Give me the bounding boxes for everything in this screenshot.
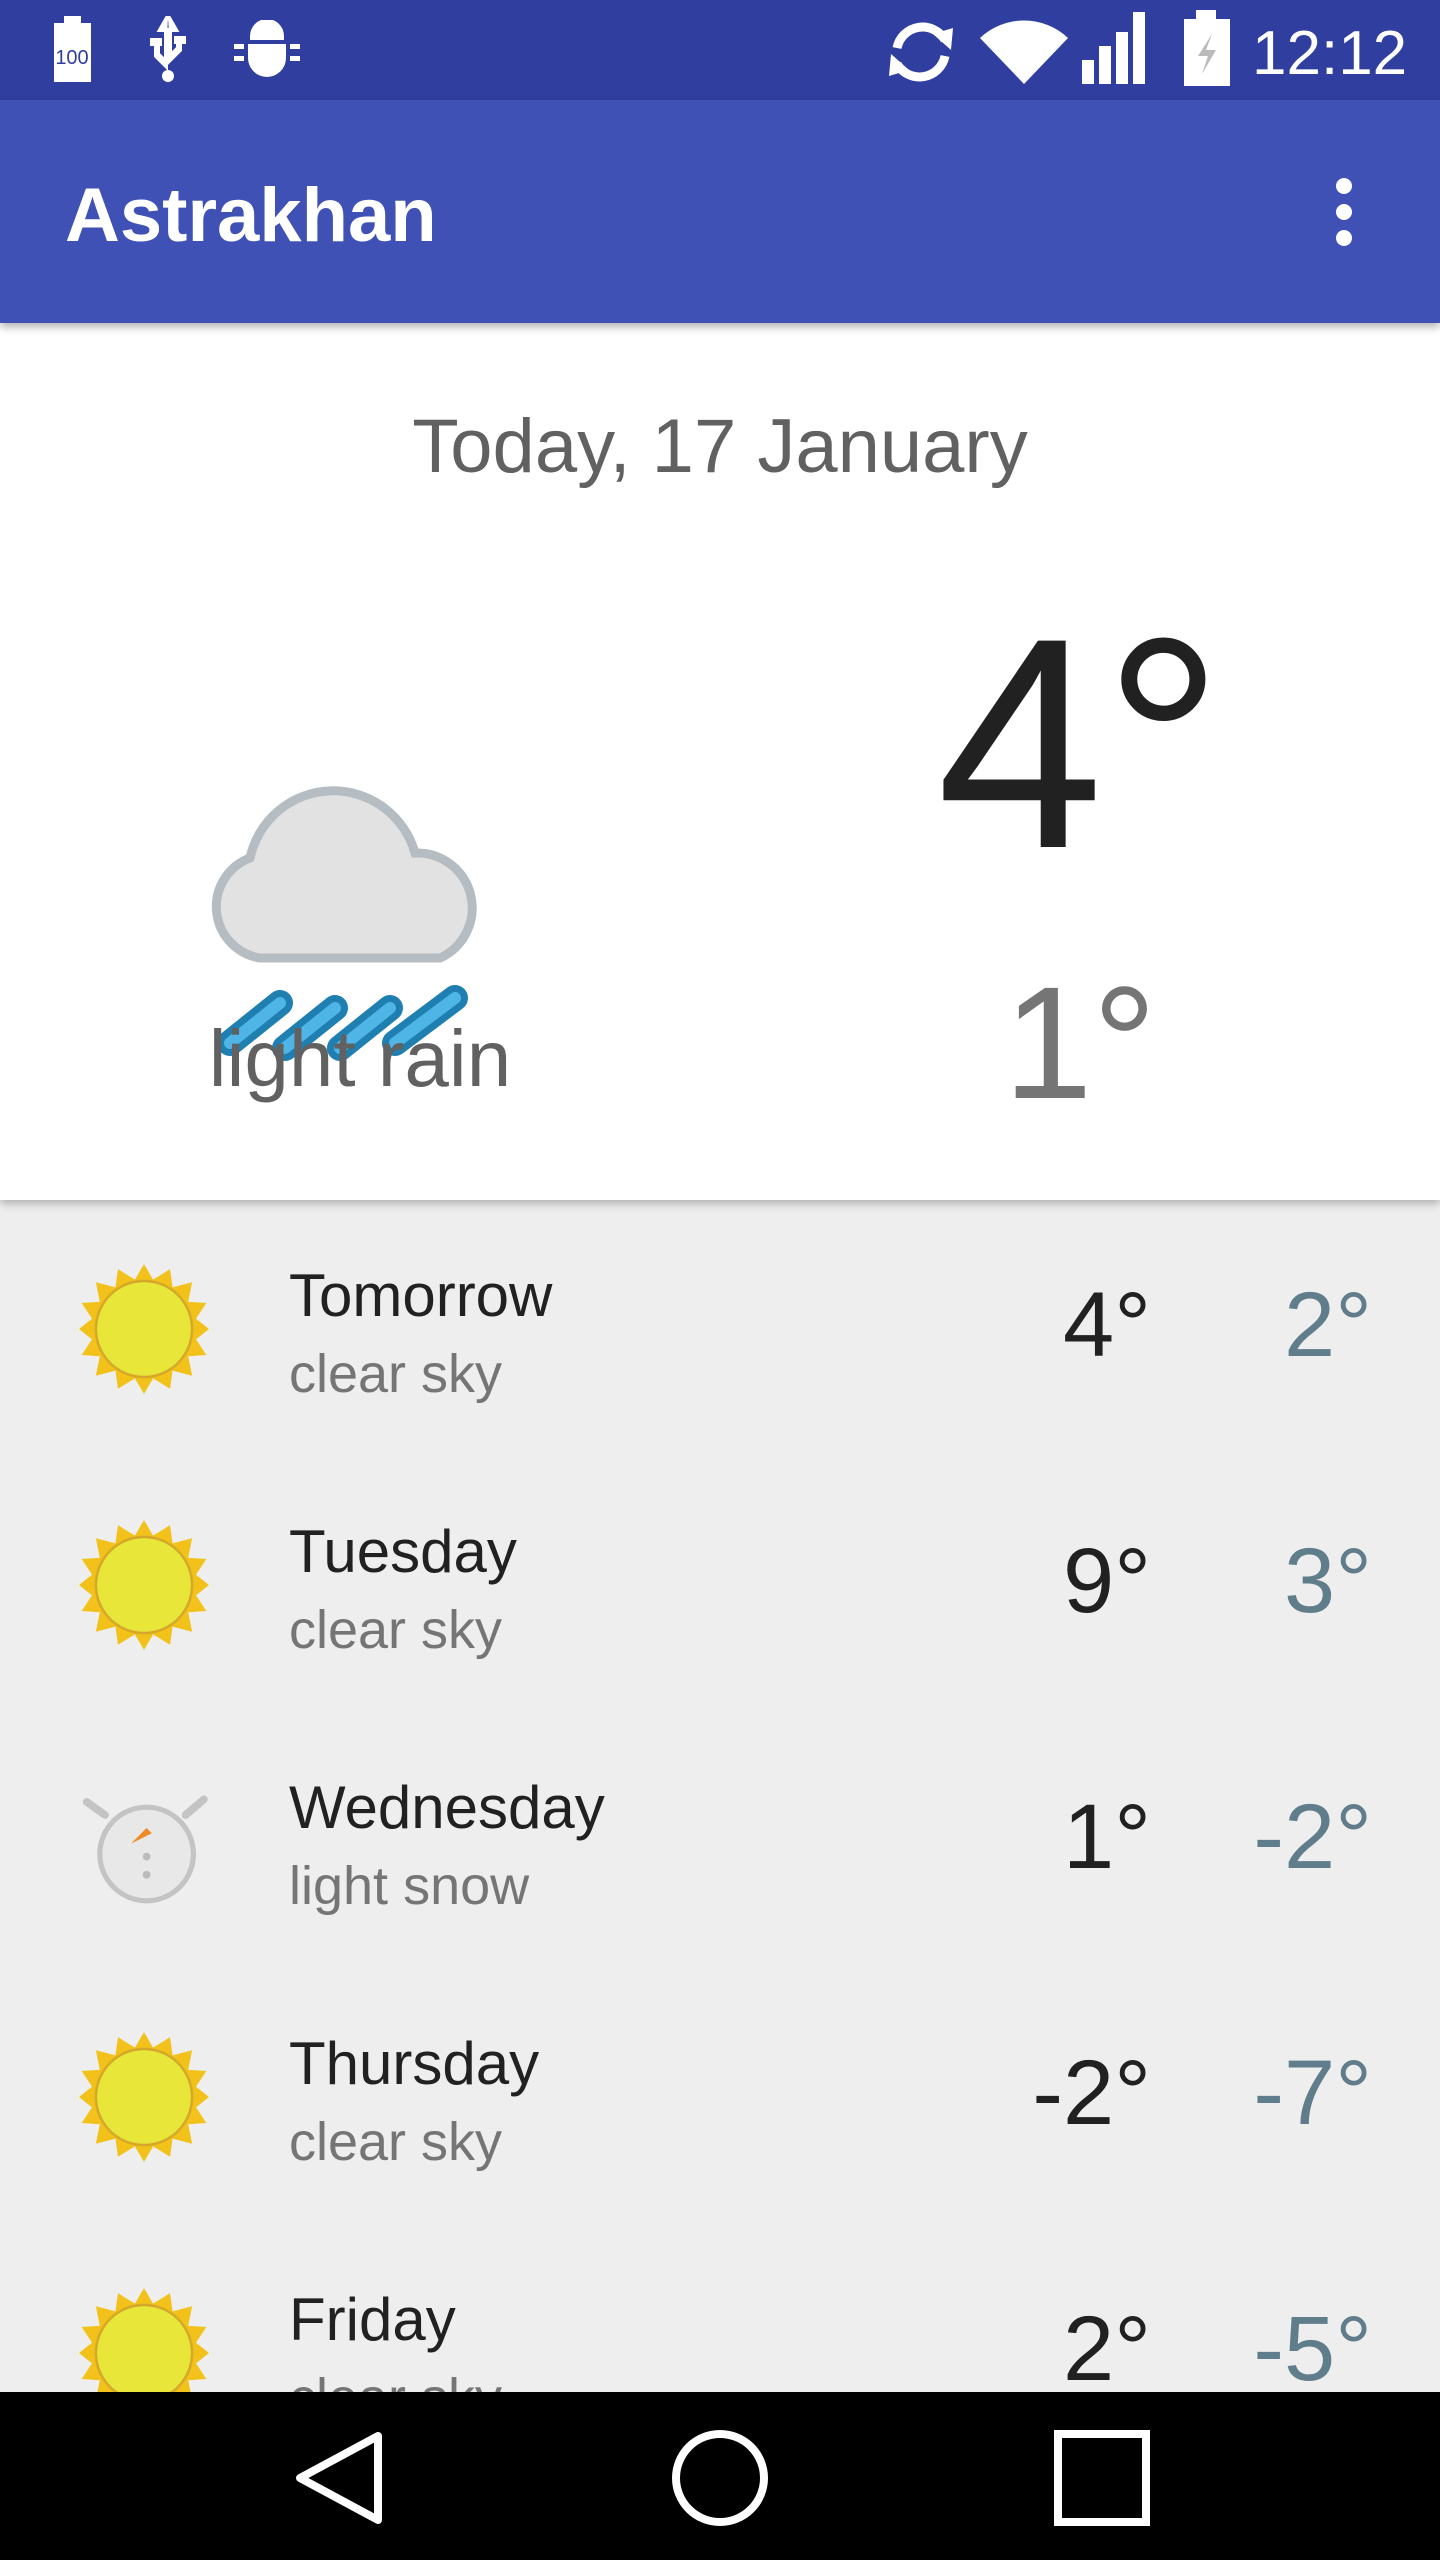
- forecast-description: clear sky: [289, 1344, 503, 1404]
- forecast-low: -2°: [1253, 1786, 1372, 1888]
- status-time: 12:12: [1252, 19, 1408, 88]
- forecast-day: Friday: [289, 2286, 456, 2353]
- app-title: Astrakhan: [65, 173, 437, 258]
- snowman-icon: [82, 1795, 208, 1904]
- home-icon[interactable]: [670, 2428, 770, 2528]
- forecast-day: Thursday: [289, 2030, 540, 2097]
- status-bar: 100 12:12: [0, 0, 1440, 100]
- forecast-day: Tomorrow: [289, 1262, 553, 1329]
- sync-icon: [889, 22, 953, 82]
- recents-icon[interactable]: [1052, 2428, 1152, 2528]
- android-debug-icon: [234, 20, 300, 77]
- app-bar: Astrakhan: [0, 100, 1440, 323]
- forecast-high: 4°: [1063, 1274, 1151, 1376]
- forecast-item[interactable]: Tuesday clear sky 9° 3°: [0, 1459, 1440, 1715]
- today-low-temp: 1°: [1003, 953, 1157, 1132]
- forecast-low: -5°: [1253, 2298, 1372, 2400]
- sun-icon: [79, 1520, 209, 1650]
- forecast-item[interactable]: Wednesday light snow 1° -2°: [0, 1715, 1440, 1971]
- light-rain-icon: [211, 786, 477, 1061]
- forecast-description: clear sky: [289, 1600, 503, 1660]
- forecast-day: Wednesday: [289, 1774, 605, 1841]
- forecast-description: clear sky: [289, 2112, 503, 2172]
- sun-icon: [79, 2032, 209, 2162]
- forecast-high: -2°: [1032, 2042, 1151, 2144]
- signal-icon: [1082, 12, 1145, 84]
- back-icon[interactable]: [290, 2428, 390, 2528]
- forecast-low: 2°: [1284, 1274, 1372, 1376]
- sun-icon: [79, 1264, 209, 1394]
- forecast-low: -7°: [1253, 2042, 1372, 2144]
- today-date: Today, 17 January: [412, 404, 1028, 489]
- more-vert-icon[interactable]: [1318, 176, 1370, 248]
- today-description: light rain: [208, 1014, 512, 1103]
- today-high-temp: 4°: [936, 575, 1224, 911]
- battery-charging-icon: [1184, 10, 1230, 86]
- navigation-bar: [0, 2392, 1440, 2560]
- forecast-high: 9°: [1063, 1530, 1151, 1632]
- forecast-item[interactable]: Thursday clear sky -2° -7°: [0, 1971, 1440, 2227]
- forecast-high: 2°: [1063, 2298, 1151, 2400]
- svg-text:100: 100: [55, 47, 88, 69]
- forecast-low: 3°: [1284, 1530, 1372, 1632]
- usb-icon: [150, 16, 186, 82]
- forecast-day: Tuesday: [289, 1518, 517, 1585]
- battery-100-icon: 100: [54, 16, 91, 82]
- forecast-description: light snow: [289, 1856, 530, 1916]
- wifi-icon: [980, 20, 1068, 84]
- forecast-high: 1°: [1063, 1786, 1151, 1888]
- today-card[interactable]: Today, 17 January light rain 4° 1°: [0, 323, 1440, 1200]
